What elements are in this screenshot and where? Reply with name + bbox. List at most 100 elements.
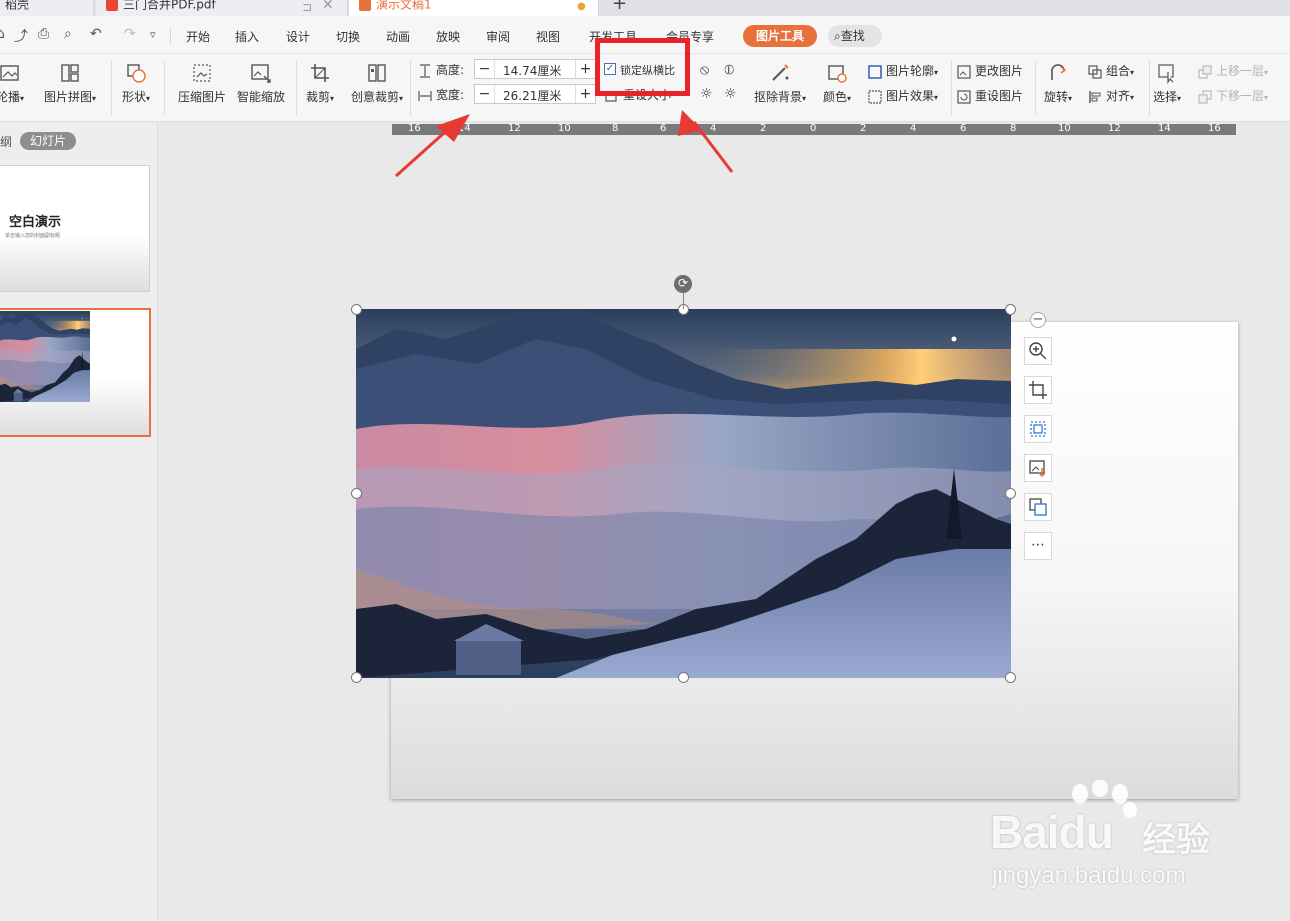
menu-home[interactable]: 开始 — [186, 28, 210, 45]
resize-handle-bottom-right[interactable] — [1005, 672, 1016, 683]
ruler-label: 2 — [760, 124, 767, 134]
tab-pdf[interactable]: 三门合并PDF.pdf ⊐ ✕ — [96, 0, 348, 16]
selected-picture[interactable] — [356, 309, 1011, 678]
lock-ratio-highlight-box — [595, 38, 690, 96]
slide-thumbnail-2[interactable] — [0, 308, 151, 437]
menu-insert[interactable]: 插入 — [235, 28, 259, 45]
change-picture-button[interactable]: 更改图片 — [957, 62, 1023, 79]
picture-outline-button[interactable]: 图片轮廓▾ — [868, 62, 938, 79]
send-backward-label: 下移一层 — [1216, 89, 1265, 103]
resize-handle-bottom[interactable] — [678, 672, 689, 683]
ruler-label: 0 — [810, 124, 817, 134]
change-picture-icon — [1029, 498, 1047, 516]
tab-picture-tools[interactable]: 图片工具 — [743, 25, 817, 47]
menu-review[interactable]: 审阅 — [486, 28, 510, 45]
width-decrease-button[interactable]: − — [475, 85, 495, 103]
width-increase-button[interactable]: + — [575, 85, 595, 103]
dropdown-arrow-icon: ▾ — [1130, 68, 1135, 77]
print-preview-icon[interactable]: ⌕ — [64, 26, 72, 42]
bring-forward-button[interactable]: 上移一层▾ — [1198, 62, 1268, 79]
menu-view[interactable]: 视图 — [536, 28, 560, 45]
search-button[interactable]: ⌕查找 — [828, 25, 882, 47]
dropdown-arrow-icon: ▾ — [146, 94, 151, 103]
customize-toolbar-icon[interactable]: ▿ — [150, 28, 156, 41]
rotate-left-icon[interactable]: ⦸ — [700, 62, 709, 78]
ruler-label: 2 — [860, 124, 867, 134]
smart-zoom-button[interactable]: 智能缩放 — [237, 62, 285, 105]
quick-color-button[interactable] — [1024, 454, 1052, 482]
crop-button[interactable]: 裁剪▾ — [306, 62, 334, 105]
close-tab-icon[interactable]: ✕ — [322, 0, 334, 15]
dropdown-arrow-icon: ▾ — [847, 94, 852, 103]
dropdown-arrow-icon: ▾ — [92, 94, 97, 103]
menu-slideshow[interactable]: 放映 — [436, 28, 460, 45]
crop-icon — [1029, 381, 1047, 399]
width-input[interactable]: 26.21厘米 — [503, 87, 561, 104]
slide-thumbnail-subtitle: 单击输入您的封面副标题 — [5, 233, 61, 239]
resize-handle-right[interactable] — [1005, 488, 1016, 499]
rotate-handle-icon[interactable]: ⟳ — [674, 275, 692, 293]
group-button[interactable]: 组合▾ — [1088, 62, 1134, 79]
color-button[interactable]: 颜色▾ — [823, 62, 851, 105]
print-icon[interactable]: ⎙ — [38, 26, 49, 42]
collapse-toolbar-icon[interactable]: − — [1030, 312, 1046, 328]
more-options-icon[interactable]: ⋯ — [1024, 532, 1052, 560]
redo-icon[interactable]: ↷ — [124, 26, 136, 42]
export-icon[interactable]: ⤴ — [14, 26, 28, 46]
align-button[interactable]: 对齐▾ — [1088, 87, 1134, 104]
slide-sidebar: 大纲 幻灯片 空白演示 单击输入您的封面副标题 — [0, 123, 158, 921]
tab-presentation[interactable]: 演示文稿1 ● — [349, 0, 599, 16]
resize-handle-bottom-left[interactable] — [351, 672, 362, 683]
height-decrease-button[interactable]: − — [475, 60, 495, 78]
quick-compress-button[interactable] — [1024, 415, 1052, 443]
home-icon[interactable]: ⌂ — [0, 26, 5, 42]
slide-thumbnail-image — [0, 311, 90, 402]
resize-handle-top-left[interactable] — [351, 304, 362, 315]
slide-thumbnail-1[interactable]: 空白演示 单击输入您的封面副标题 — [0, 165, 150, 292]
height-input[interactable]: 14.74厘米 — [503, 62, 561, 79]
carousel-button[interactable]: 轮播▾ — [0, 62, 24, 105]
tab-docer[interactable]: 稻壳 — [0, 0, 94, 16]
compress-picture-button[interactable]: 压缩图片 — [178, 62, 226, 105]
new-tab-button[interactable]: + — [612, 0, 627, 14]
menu-animation[interactable]: 动画 — [386, 28, 410, 45]
resize-handle-left[interactable] — [351, 488, 362, 499]
select-button[interactable]: 选择▾ — [1153, 62, 1181, 105]
picture-effects-button[interactable]: 图片效果▾ — [868, 87, 938, 104]
quick-crop-button[interactable] — [1024, 376, 1052, 404]
rotate-button[interactable]: 旋转▾ — [1044, 62, 1072, 105]
menu-design[interactable]: 设计 — [286, 28, 310, 45]
flip-horizontal-icon[interactable]: ☼ — [700, 86, 713, 102]
dropdown-arrow-icon: ▾ — [802, 94, 807, 103]
shape-button[interactable]: 形状▾ — [122, 62, 150, 105]
reset-picture-button[interactable]: 重设图片 — [957, 87, 1023, 104]
rotate-right-icon[interactable]: ⦶ — [724, 62, 734, 78]
resize-handle-top-right[interactable] — [1005, 304, 1016, 315]
height-spinner[interactable]: − 14.74厘米 + — [474, 59, 596, 79]
flip-vertical-icon[interactable]: ☼ — [724, 86, 737, 102]
menu-transitions[interactable]: 切换 — [336, 28, 360, 45]
pdf-icon — [106, 0, 118, 11]
picture-color-icon — [1029, 460, 1046, 478]
quick-change-picture-button[interactable] — [1024, 493, 1052, 521]
ribbon-separator — [164, 60, 165, 116]
creative-crop-button[interactable]: 创意裁剪▾ — [351, 62, 403, 105]
height-label: 高度: — [436, 63, 465, 77]
ruler-label: 16 — [1208, 124, 1221, 134]
ribbon-separator — [951, 60, 952, 116]
remove-background-icon — [772, 64, 789, 81]
change-picture-label: 更改图片 — [975, 64, 1024, 78]
collage-button[interactable]: 图片拼图▾ — [44, 62, 96, 105]
slides-tab[interactable]: 幻灯片 — [20, 132, 76, 150]
send-backward-button[interactable]: 下移一层▾ — [1198, 87, 1268, 104]
zoom-picture-button[interactable] — [1024, 337, 1052, 365]
pin-icon[interactable]: ⊐ — [302, 0, 312, 16]
collage-icon — [61, 64, 79, 82]
remove-background-button[interactable]: 抠除背景▾ — [754, 62, 806, 105]
undo-icon[interactable]: ↶ — [90, 26, 102, 42]
width-spinner[interactable]: − 26.21厘米 + — [474, 84, 596, 104]
outline-tab[interactable]: 大纲 — [0, 133, 12, 150]
watermark-du: du — [1058, 806, 1114, 858]
height-increase-button[interactable]: + — [575, 60, 595, 78]
dropdown-arrow-icon: ▾ — [1177, 94, 1182, 103]
